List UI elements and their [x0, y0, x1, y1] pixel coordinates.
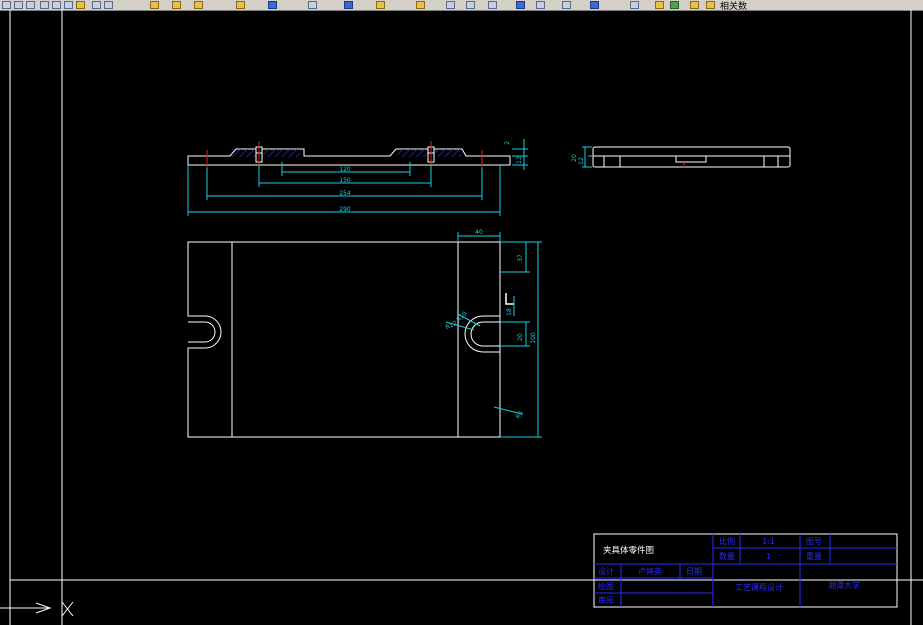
layer-state-icon[interactable] — [630, 1, 639, 9]
dim-side-12: 12 — [578, 157, 585, 165]
drawing-canvas[interactable]: 120 150 254 290 2 12 20 12 40 37 18 20 1… — [0, 10, 923, 625]
side-view — [592, 146, 791, 168]
bulb-icon[interactable] — [655, 1, 664, 9]
sun-icon[interactable] — [670, 1, 679, 9]
cut-icon[interactable] — [40, 1, 49, 9]
table-icon[interactable] — [536, 1, 545, 9]
zoom-realtime-icon[interactable] — [172, 1, 181, 9]
dim-r5: R5 — [515, 410, 526, 421]
table-style-icon[interactable] — [488, 1, 497, 9]
designer-name: 卢婷英 — [638, 566, 662, 576]
weight-label: 重量 — [806, 551, 822, 561]
dim-150: 150 — [339, 177, 351, 184]
drawing-frame — [9, 10, 923, 625]
course-title: 工艺课程设计 — [735, 582, 783, 592]
markup-icon[interactable] — [376, 1, 385, 9]
copy-icon[interactable] — [52, 1, 61, 9]
designer-label: 设计 — [598, 566, 614, 576]
zoom-window-icon[interactable] — [194, 1, 203, 9]
dim-r12: R12 — [445, 320, 459, 331]
redo-icon[interactable] — [104, 1, 113, 9]
reviewer-label: 审阅 — [598, 595, 614, 605]
scale-value: 1:1 — [762, 537, 775, 546]
drawing-name: 夹具体零件图 — [603, 545, 654, 556]
drafter-label: 绘图 — [598, 581, 614, 591]
drawing-no-label: 图号 — [806, 537, 822, 546]
calculator-icon[interactable] — [416, 1, 425, 9]
save-icon[interactable] — [2, 1, 11, 9]
quantity-label: 数量 — [719, 551, 735, 561]
properties-icon[interactable] — [268, 1, 277, 9]
date-label: 日期 — [686, 567, 702, 576]
dim-2: 2 — [504, 141, 511, 145]
dim-37: 37 — [517, 254, 524, 262]
dim-20: 20 — [517, 333, 524, 341]
grid-icon[interactable] — [562, 1, 571, 9]
print-icon[interactable] — [14, 1, 23, 9]
scale-label: 比例 — [719, 536, 735, 546]
match-properties-icon[interactable] — [76, 1, 85, 9]
dim-100: 100 — [530, 332, 537, 344]
quantity-value: 1 — [766, 552, 771, 561]
dim-18: 18 — [506, 308, 513, 316]
color-swatch-icon[interactable] — [706, 1, 715, 9]
top-view-dimensions — [445, 232, 542, 438]
preview-icon[interactable] — [26, 1, 35, 9]
dim-side-20: 20 — [571, 154, 578, 162]
multileader-icon[interactable] — [516, 1, 525, 9]
design-center-icon[interactable] — [308, 1, 317, 9]
zoom-previous-icon[interactable] — [236, 1, 245, 9]
dim-style-icon[interactable] — [466, 1, 475, 9]
text-style-icon[interactable] — [446, 1, 455, 9]
dim-r10: R10 — [455, 310, 468, 323]
dim-290: 290 — [339, 206, 351, 213]
pan-icon[interactable] — [150, 1, 159, 9]
layer-properties-icon[interactable] — [590, 1, 599, 9]
tool-palette-icon[interactable] — [344, 1, 353, 9]
dim-254: 254 — [339, 190, 351, 197]
lock-icon[interactable] — [690, 1, 699, 9]
undo-icon[interactable] — [92, 1, 101, 9]
paste-icon[interactable] — [64, 1, 73, 9]
top-view — [187, 241, 514, 438]
dim-40: 40 — [475, 229, 483, 236]
dim-120: 120 — [339, 166, 351, 173]
dim-12: 12 — [516, 156, 523, 164]
school-name: 湘潭大学 — [828, 580, 860, 590]
